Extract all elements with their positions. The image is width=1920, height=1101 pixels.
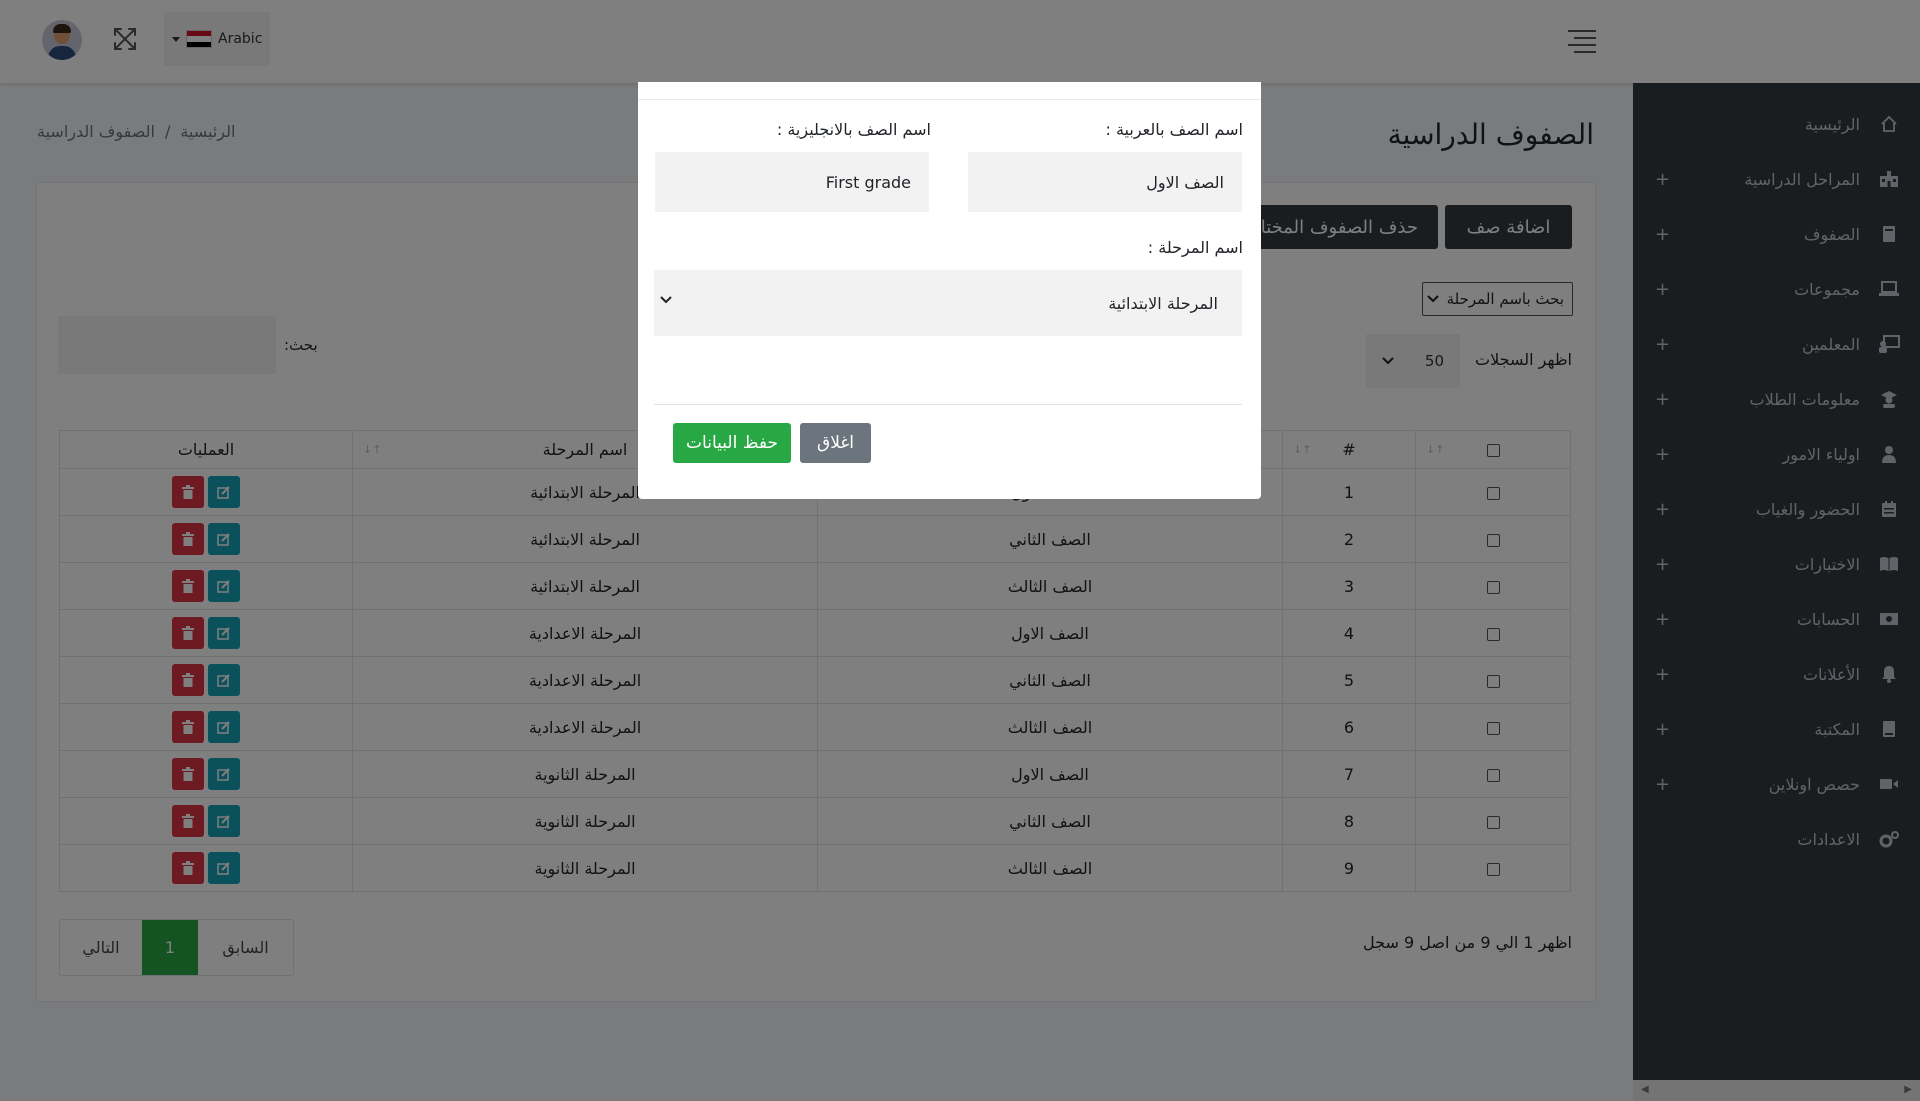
close-button[interactable]: اغلاق [800, 423, 871, 463]
arabic-name-label: اسم الصف بالعربية : [1105, 120, 1243, 139]
stage-select[interactable]: المرحلة الابتدائية [654, 270, 1242, 336]
english-name-input[interactable]: First grade [655, 152, 929, 212]
chevron-down-icon [660, 296, 672, 304]
stage-name-label: اسم المرحلة : [1147, 238, 1243, 257]
arabic-name-value: الصف الاول [1146, 172, 1224, 192]
arabic-name-input[interactable]: الصف الاول [968, 152, 1242, 212]
save-button[interactable]: حفظ البيانات [673, 423, 791, 463]
edit-class-modal: اسم الصف بالعربية : اسم الصف بالانجليزية… [638, 82, 1261, 499]
english-name-label: اسم الصف بالانجليزية : [776, 120, 931, 139]
stage-select-value: المرحلة الابتدائية [1108, 293, 1218, 313]
english-name-value: First grade [825, 172, 911, 192]
